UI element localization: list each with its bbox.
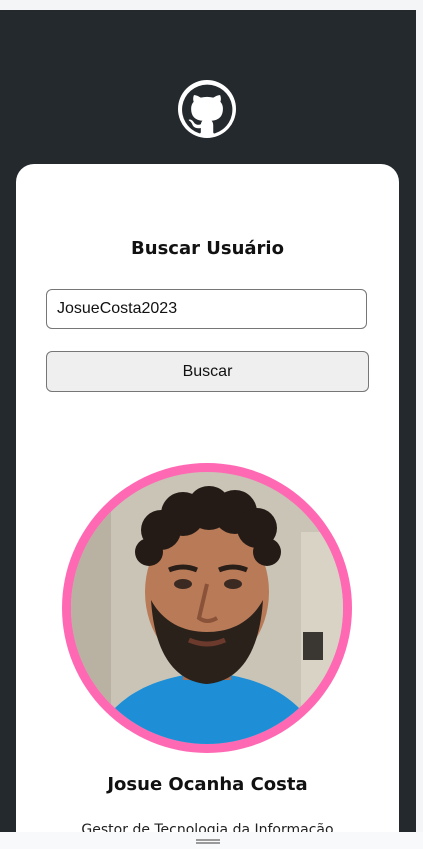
bottom-bar [0,832,423,849]
search-card: Buscar Usuário Buscar [16,164,399,832]
top-strip [0,0,423,10]
avatar-frame [62,463,352,753]
search-button[interactable]: Buscar [46,351,369,392]
card-title: Buscar Usuário [131,238,284,259]
username-search-input[interactable] [46,289,367,329]
avatar [71,472,343,744]
right-edge [416,10,423,832]
drag-handle-icon[interactable] [196,839,220,844]
github-icon [178,80,236,138]
user-bio: Gestor de Tecnologia da Informação [81,822,334,832]
app-container: Buscar Usuário Buscar [0,10,416,832]
user-name: Josue Ocanha Costa [107,774,308,795]
